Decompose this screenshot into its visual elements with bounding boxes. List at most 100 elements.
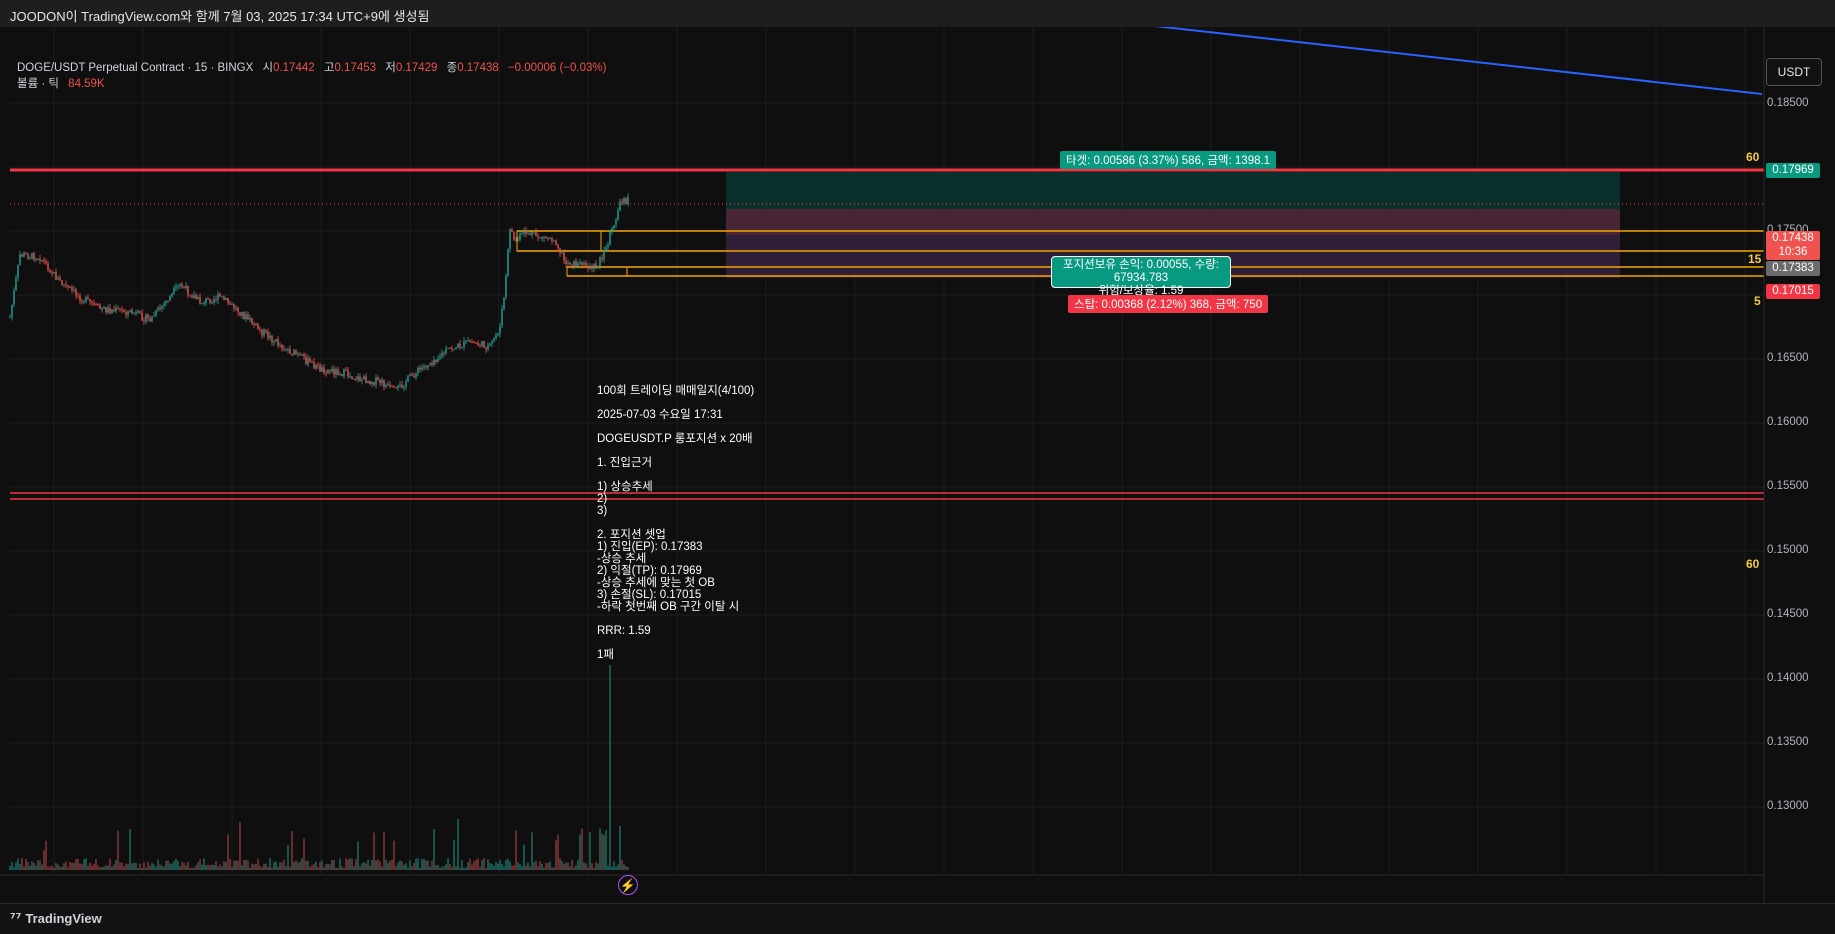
candle <box>187 286 189 296</box>
volume-bar <box>267 867 269 870</box>
candle <box>601 257 603 260</box>
candle <box>499 326 501 334</box>
volume-bar <box>239 822 241 870</box>
candle <box>475 342 477 344</box>
candle <box>305 356 307 365</box>
candle <box>501 309 503 327</box>
volume-bar <box>539 861 541 870</box>
volume-bar <box>563 863 565 870</box>
volume-bar <box>59 866 61 870</box>
candle <box>51 272 53 274</box>
candle <box>279 345 281 347</box>
candle <box>457 343 459 348</box>
volume-bar <box>417 858 419 870</box>
chart-canvas[interactable] <box>0 27 1835 903</box>
volume-bar <box>445 864 447 870</box>
volume-bar <box>279 862 281 870</box>
volume-bar <box>237 860 239 870</box>
candle <box>603 250 605 260</box>
candle <box>207 298 209 300</box>
volume-bar <box>393 840 395 870</box>
volume-bar <box>149 865 151 870</box>
candle <box>259 328 261 330</box>
volume-bar <box>259 865 261 870</box>
candle <box>235 307 237 309</box>
volume-bar <box>87 865 89 870</box>
volume-label[interactable]: 볼륨 · 틱 <box>17 78 59 90</box>
candle <box>473 342 475 344</box>
candle <box>111 309 113 314</box>
lightning-icon[interactable]: ⚡ <box>618 875 638 895</box>
open-pnl-box[interactable]: 포지션보유 손익: 0.00055, 수량: 67934.783 위험/보상율:… <box>1051 256 1231 297</box>
volume-bar <box>133 862 135 870</box>
candle <box>101 308 103 310</box>
target-box[interactable]: 타겟: 0.00586 (3.37%) 586, 금액: 1398.1 <box>1060 151 1277 169</box>
candle <box>291 353 293 355</box>
stop-box[interactable]: 스탑: 0.00368 (2.12%) 368, 금액: 750 <box>1068 295 1269 313</box>
volume-bar <box>399 860 401 870</box>
volume-bar <box>293 861 295 870</box>
candle <box>209 298 211 304</box>
note-line: -상승 추세 <box>597 553 647 565</box>
candle <box>545 236 547 239</box>
candle <box>177 285 179 287</box>
volume-bar <box>365 863 367 870</box>
candle <box>363 376 365 380</box>
volume-bar <box>57 864 59 870</box>
volume-bar <box>223 861 225 870</box>
candle <box>611 228 613 232</box>
candle <box>331 368 333 372</box>
note-line: 2025-07-03 수요일 17:31 <box>597 409 723 421</box>
volume-bar <box>503 866 505 870</box>
candle <box>67 285 69 287</box>
candle <box>171 293 173 297</box>
trading-journal-note[interactable]: 100회 트레이딩 매매일지(4/100) 2025-07-03 수요일 17:3… <box>597 385 754 661</box>
candle <box>205 298 207 304</box>
volume-bar <box>343 867 345 870</box>
candle <box>467 340 469 342</box>
note-line: 1패 <box>597 649 614 661</box>
volume-bar <box>387 863 389 870</box>
candle <box>529 233 531 235</box>
candle <box>519 233 521 240</box>
top-bar: JOODON이 TradingView.com와 함께 7월 03, 2025 … <box>0 0 1835 28</box>
note-line: 1. 진입근거 <box>597 457 653 469</box>
volume-bar <box>535 860 537 870</box>
volume-bar <box>323 867 325 870</box>
note-line <box>597 397 754 409</box>
volume-bar <box>183 862 185 870</box>
symbol-name[interactable]: DOGE/USDT Perpetual Contract · 15 · BING… <box>17 62 253 74</box>
candle <box>479 345 481 347</box>
currency-button[interactable]: USDT <box>1766 58 1822 86</box>
candle <box>623 198 625 203</box>
candle <box>199 297 201 304</box>
candle <box>477 342 479 346</box>
candle <box>553 240 555 242</box>
volume-bar <box>487 859 489 870</box>
volume-bar <box>135 863 137 870</box>
volume-bar <box>439 867 441 870</box>
volume-bar <box>251 863 253 870</box>
candle <box>147 314 149 319</box>
volume-bar <box>597 863 599 870</box>
volume-bar <box>39 860 41 870</box>
candle <box>173 288 175 294</box>
candle <box>41 259 43 261</box>
candle <box>431 363 433 365</box>
candle <box>379 379 381 384</box>
candle <box>557 245 559 249</box>
candle <box>231 303 233 305</box>
candle <box>533 231 535 233</box>
candle <box>43 259 45 262</box>
candle <box>55 271 57 280</box>
chart-frame[interactable]: DOGE/USDT Perpetual Contract · 15 · BING… <box>0 27 1835 918</box>
candle <box>251 318 253 324</box>
entry-price-tag: 0.17383 <box>1766 261 1820 276</box>
candle <box>117 307 119 310</box>
candle <box>59 277 61 281</box>
candle <box>411 374 413 376</box>
volume-bar <box>627 867 629 870</box>
price-label: 0.15500 <box>1767 480 1809 492</box>
candle <box>449 347 451 349</box>
candle <box>155 310 157 316</box>
